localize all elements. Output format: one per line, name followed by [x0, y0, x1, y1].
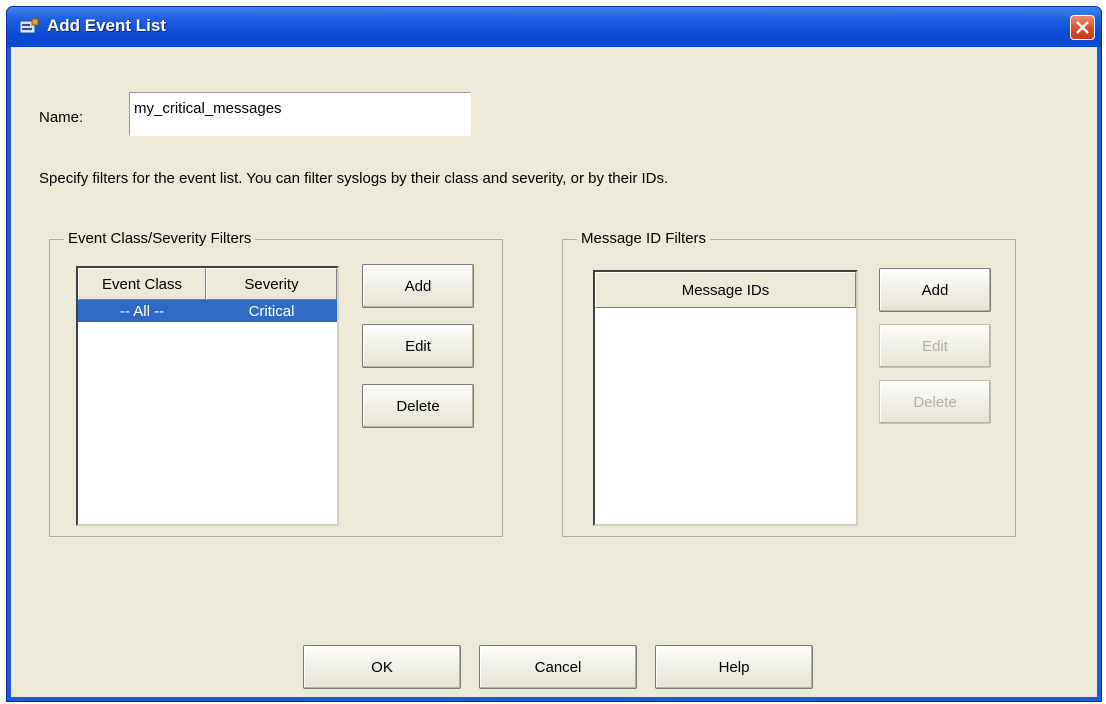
message-id-filters-legend: Message ID Filters: [577, 230, 711, 247]
class-severity-filters-legend: Event Class/Severity Filters: [64, 230, 256, 247]
table-row[interactable]: -- All -- Critical: [78, 300, 337, 322]
edit-class-filter-button[interactable]: Edit: [362, 324, 474, 368]
dialog-title: Add Event List: [47, 16, 167, 35]
filter-description: Specify filters for the event list. You …: [39, 170, 669, 187]
class-severity-filters-group: Event Class/Severity Filters Event Class…: [49, 230, 503, 537]
message-id-table[interactable]: Message IDs: [593, 270, 858, 526]
edit-message-id-button[interactable]: Edit: [879, 324, 991, 368]
message-id-filters-group: Message ID Filters Message IDs Add Edit …: [562, 230, 1016, 537]
class-severity-table[interactable]: Event Class Severity -- All -- Critical: [76, 266, 339, 526]
event-class-cell: -- All --: [119, 302, 165, 320]
name-label: Name:: [39, 109, 84, 126]
severity-cell: Critical: [248, 302, 295, 320]
close-icon: [1076, 21, 1089, 34]
name-input[interactable]: my_critical_messages: [129, 92, 471, 136]
add-message-id-button[interactable]: Add: [879, 268, 991, 312]
table-header: Event Class Severity: [78, 268, 337, 300]
event-list-icon: [19, 18, 39, 36]
close-button[interactable]: [1070, 15, 1095, 40]
column-header-severity[interactable]: Severity: [206, 268, 337, 300]
cancel-button[interactable]: Cancel: [479, 645, 637, 689]
add-class-filter-button[interactable]: Add: [362, 264, 474, 308]
ok-button[interactable]: OK: [303, 645, 461, 689]
title-bar[interactable]: Add Event List: [7, 7, 1101, 47]
dialog-body: Name: my_critical_messages Specify filte…: [11, 47, 1097, 697]
table-header: Message IDs: [595, 272, 856, 308]
column-header-event-class[interactable]: Event Class: [78, 268, 206, 300]
delete-message-id-button[interactable]: Delete: [879, 380, 991, 424]
column-header-message-ids[interactable]: Message IDs: [595, 272, 856, 308]
dialog-window: Add Event List Name: my_critical_message…: [6, 6, 1102, 702]
delete-class-filter-button[interactable]: Delete: [362, 384, 474, 428]
help-button[interactable]: Help: [655, 645, 813, 689]
